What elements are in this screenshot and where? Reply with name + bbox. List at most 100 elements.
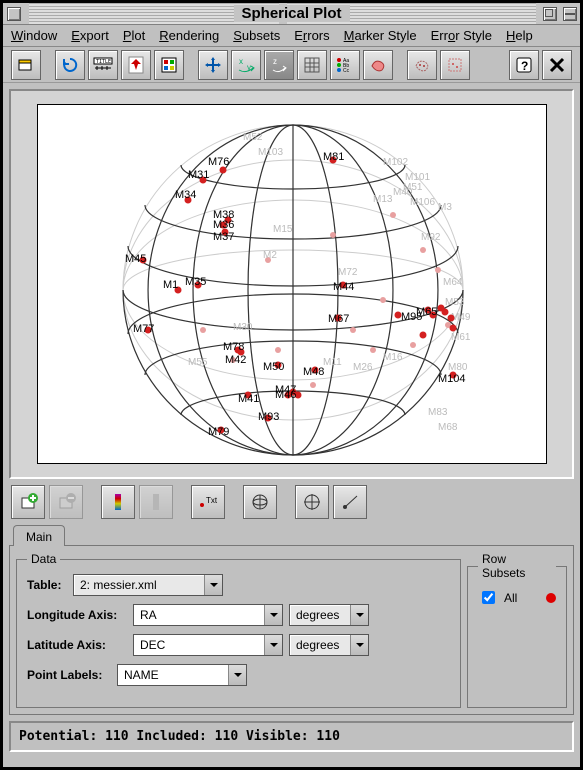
longitude-unit-select[interactable]: degrees	[289, 604, 369, 626]
svg-text:M72: M72	[338, 267, 358, 278]
table-label: Table:	[27, 578, 67, 592]
draw-subset-button[interactable]	[363, 50, 393, 80]
titlebar[interactable]: Spherical Plot	[3, 3, 580, 25]
menu-subsets[interactable]: Subsets	[233, 28, 280, 43]
rotate-xy-button[interactable]: xy	[231, 50, 261, 80]
svg-text:M47: M47	[275, 384, 296, 396]
plot-surface[interactable]: M2M15 M72M30 M55M83 M11M26 M16M80 M13M92…	[37, 104, 547, 464]
svg-text:M102: M102	[383, 157, 408, 168]
point-labels-select[interactable]: NAME	[117, 664, 247, 686]
svg-text:M67: M67	[328, 313, 349, 325]
svg-text:M81: M81	[323, 151, 344, 163]
tangent-errors-button[interactable]	[295, 485, 329, 519]
menu-rendering[interactable]: Rendering	[159, 28, 219, 43]
aux-axis-button[interactable]	[101, 485, 135, 519]
menu-help[interactable]: Help	[506, 28, 533, 43]
chevron-down-icon	[204, 575, 222, 595]
app-window: Spherical Plot Window Export Plot Render…	[2, 2, 581, 768]
svg-text:M103: M103	[258, 147, 283, 158]
legend-button[interactable]: AaBbCc	[330, 50, 360, 80]
tabs-container: Main Data Table: 2: messier.xml Longitud…	[9, 525, 574, 715]
svg-text:x: x	[239, 57, 243, 66]
tab-main[interactable]: Main	[13, 525, 65, 546]
svg-text:M79: M79	[208, 426, 229, 438]
grid-button[interactable]	[297, 50, 327, 80]
export-image-button[interactable]	[154, 50, 184, 80]
svg-text:M61: M61	[451, 332, 471, 343]
svg-text:Cc: Cc	[343, 68, 350, 74]
window-title: Spherical Plot	[233, 5, 349, 22]
window-zoom-box[interactable]	[543, 7, 557, 21]
menu-errors[interactable]: Errors	[294, 28, 329, 43]
svg-text:M53: M53	[445, 297, 465, 308]
latitude-label: Latitude Axis:	[27, 638, 127, 652]
svg-text:M95: M95	[401, 311, 422, 323]
svg-text:M45: M45	[125, 253, 146, 265]
svg-text:M41: M41	[238, 393, 259, 405]
svg-text:M36: M36	[213, 219, 234, 231]
svg-text:M104: M104	[438, 373, 466, 385]
window-collapse-box[interactable]	[563, 7, 577, 21]
svg-text:M50: M50	[263, 361, 284, 373]
radial-button[interactable]	[333, 485, 367, 519]
aux-remove-button[interactable]	[139, 485, 173, 519]
svg-text:M80: M80	[448, 362, 468, 373]
latitude-unit-value: degrees	[290, 638, 350, 652]
rotate-z-button[interactable]: z	[264, 50, 294, 80]
remove-dataset-button[interactable]	[49, 485, 83, 519]
toolbar: TITLE xy z AaBbCc ?	[3, 47, 580, 83]
svg-text:M106: M106	[410, 197, 435, 208]
row-subsets-fieldset: Row Subsets All	[467, 552, 567, 708]
pan-button[interactable]	[198, 50, 228, 80]
svg-text:M35: M35	[185, 276, 206, 288]
chevron-down-icon	[228, 665, 246, 685]
svg-text:M44: M44	[333, 281, 354, 293]
svg-text:M13: M13	[373, 194, 393, 205]
svg-text:M26: M26	[353, 362, 373, 373]
latitude-axis-select[interactable]: DEC	[133, 634, 283, 656]
longitude-axis-select[interactable]: RA	[133, 604, 283, 626]
menu-export[interactable]: Export	[71, 28, 109, 43]
svg-text:M52: M52	[243, 132, 263, 143]
point-labels-label: Point Labels:	[27, 668, 111, 682]
menu-error-style[interactable]: Error Style	[431, 28, 492, 43]
menu-marker-style[interactable]: Marker Style	[344, 28, 417, 43]
help-button[interactable]: ?	[509, 50, 539, 80]
svg-text:z: z	[273, 57, 277, 66]
dataset-toolbar: Txt	[9, 485, 574, 519]
svg-text:M55: M55	[188, 357, 208, 368]
svg-text:M34: M34	[175, 189, 196, 201]
menu-plot[interactable]: Plot	[123, 28, 145, 43]
svg-text:M92: M92	[421, 232, 441, 243]
sphere-errors-button[interactable]	[243, 485, 277, 519]
data-fieldset: Data Table: 2: messier.xml Longitude Axi…	[16, 552, 461, 708]
svg-text:M68: M68	[438, 422, 458, 433]
svg-text:M30: M30	[233, 322, 253, 333]
svg-text:M3: M3	[438, 202, 452, 213]
close-button[interactable]	[542, 50, 572, 80]
subset-all-checkbox[interactable]	[482, 591, 495, 604]
new-window-button[interactable]	[11, 50, 41, 80]
latitude-unit-select[interactable]: degrees	[289, 634, 369, 656]
svg-text:M2: M2	[263, 250, 277, 261]
subset-from-visible-button[interactable]	[407, 50, 437, 80]
menu-window[interactable]: Window	[11, 28, 57, 43]
axes-config-button[interactable]: TITLE	[88, 50, 118, 80]
add-dataset-button[interactable]	[11, 485, 45, 519]
menubar: Window Export Plot Rendering Subsets Err…	[3, 25, 580, 47]
rescale-button[interactable]	[55, 50, 85, 80]
point-labels-button[interactable]: Txt	[191, 485, 225, 519]
table-select[interactable]: 2: messier.xml	[73, 574, 223, 596]
subset-from-region-button[interactable]	[440, 50, 470, 80]
latitude-axis-value: DEC	[134, 638, 264, 652]
export-pdf-button[interactable]	[121, 50, 151, 80]
svg-text:?: ?	[521, 59, 528, 73]
svg-text:M48: M48	[303, 366, 324, 378]
svg-text:M77: M77	[133, 323, 154, 335]
subset-all-marker-icon[interactable]	[546, 593, 556, 603]
window-close-box[interactable]	[7, 7, 21, 21]
svg-text:M76: M76	[208, 156, 229, 168]
svg-text:Txt: Txt	[206, 496, 218, 505]
svg-text:M15: M15	[273, 224, 293, 235]
svg-text:M31: M31	[188, 169, 209, 181]
